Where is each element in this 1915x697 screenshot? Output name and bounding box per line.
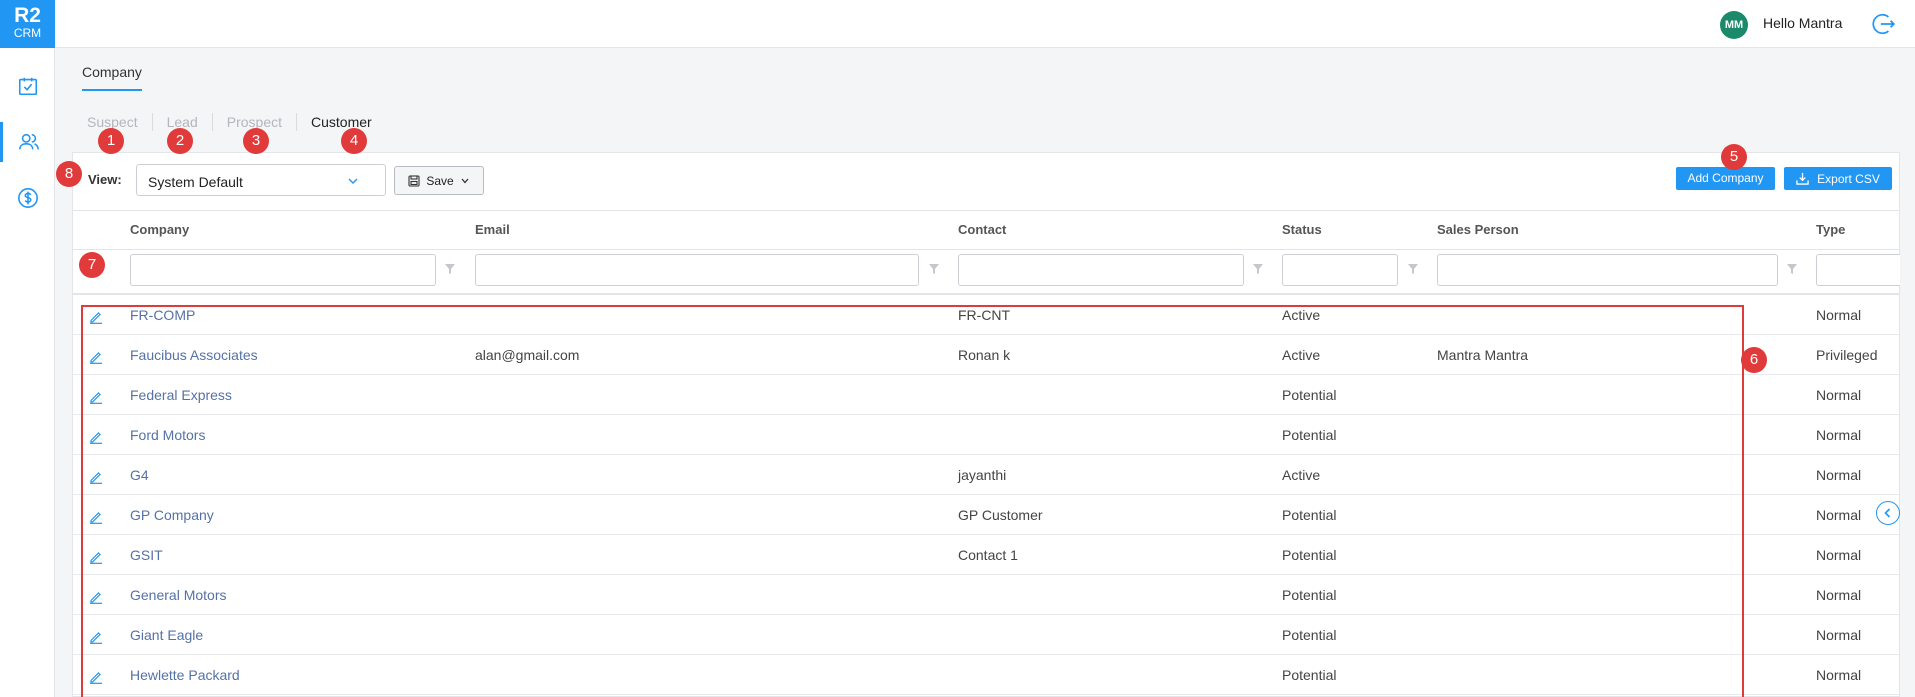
dollar-icon [17, 188, 38, 208]
chevron-down-icon [461, 178, 469, 183]
filter-icon[interactable] [1407, 263, 1419, 275]
users-icon [19, 133, 39, 150]
type-filter-input[interactable] [1816, 254, 1900, 286]
cell-type: Normal [1816, 507, 1862, 523]
add-company-button[interactable]: Add Company [1676, 167, 1775, 190]
cell-type: Normal [1816, 667, 1862, 683]
column-header-status[interactable]: Status [1282, 222, 1322, 237]
filter-icon[interactable] [928, 263, 940, 275]
collapse-panel-button[interactable] [1876, 501, 1900, 525]
annotation-badge-6: 6 [1741, 347, 1767, 373]
annotation-badge-2: 2 [167, 128, 193, 154]
export-csv-button[interactable]: Export CSV [1784, 167, 1892, 190]
cell-type: Normal [1816, 467, 1862, 483]
sidebar-item-sales[interactable] [0, 178, 55, 218]
view-select[interactable]: System Default [136, 164, 386, 196]
user-greeting[interactable]: Hello Mantra [1763, 15, 1842, 31]
cell-type: Normal [1816, 627, 1862, 643]
contact-filter-input[interactable] [958, 254, 1244, 286]
column-header-contact[interactable]: Contact [958, 222, 1006, 237]
rows-highlight-box [81, 305, 1744, 697]
cell-type: Normal [1816, 387, 1862, 403]
view-select-value: System Default [148, 174, 243, 190]
save-view-button[interactable]: Save [394, 166, 484, 195]
logout-icon[interactable] [1870, 11, 1896, 37]
filter-icon[interactable] [444, 263, 456, 275]
filter-icon[interactable] [1786, 263, 1798, 275]
cell-type: Privileged [1816, 347, 1878, 363]
column-header-sales-person[interactable]: Sales Person [1437, 222, 1519, 237]
annotation-badge-5: 5 [1721, 144, 1747, 170]
cell-type: Normal [1816, 587, 1862, 603]
annotation-badge-4: 4 [341, 128, 367, 154]
export-label: Export CSV [1817, 171, 1880, 186]
logo-subtext: CRM [13, 26, 42, 40]
company-filter-input[interactable] [130, 254, 436, 286]
sales-person-filter-input[interactable] [1437, 254, 1778, 286]
column-header-type[interactable]: Type [1816, 222, 1845, 237]
top-bar: MM Hello Mantra [55, 0, 1915, 48]
sidebar: R2 CRM [0, 0, 55, 697]
avatar[interactable]: MM [1720, 11, 1748, 39]
annotation-badge-1: 1 [98, 128, 124, 154]
filter-icon[interactable] [1252, 263, 1264, 275]
calendar-check-icon [18, 77, 37, 96]
chevron-left-icon [1884, 508, 1891, 518]
view-label: View: [88, 172, 122, 187]
annotation-badge-3: 3 [243, 128, 269, 154]
cell-type: Normal [1816, 307, 1862, 323]
chevron-down-icon [348, 178, 358, 184]
save-label: Save [426, 173, 454, 188]
column-header-company[interactable]: Company [130, 222, 189, 237]
logo-text: R2 [14, 4, 41, 27]
sidebar-item-contacts[interactable] [0, 122, 55, 162]
sidebar-item-tasks[interactable] [0, 66, 55, 106]
stage-filter: Suspect Lead Prospect Customer [87, 113, 386, 131]
stage-suspect[interactable]: Suspect [87, 113, 153, 131]
status-filter-input[interactable] [1282, 254, 1398, 286]
download-icon [1796, 172, 1809, 185]
cell-type: Normal [1816, 427, 1862, 443]
app-logo[interactable]: R2 CRM [0, 0, 55, 48]
column-header-email[interactable]: Email [475, 222, 510, 237]
annotation-badge-7: 7 [79, 252, 105, 278]
stage-customer[interactable]: Customer [297, 113, 386, 131]
annotation-badge-8: 8 [56, 161, 82, 187]
tab-company[interactable]: Company [82, 64, 142, 91]
save-icon [408, 174, 420, 187]
cell-type: Normal [1816, 547, 1862, 563]
email-filter-input[interactable] [475, 254, 919, 286]
